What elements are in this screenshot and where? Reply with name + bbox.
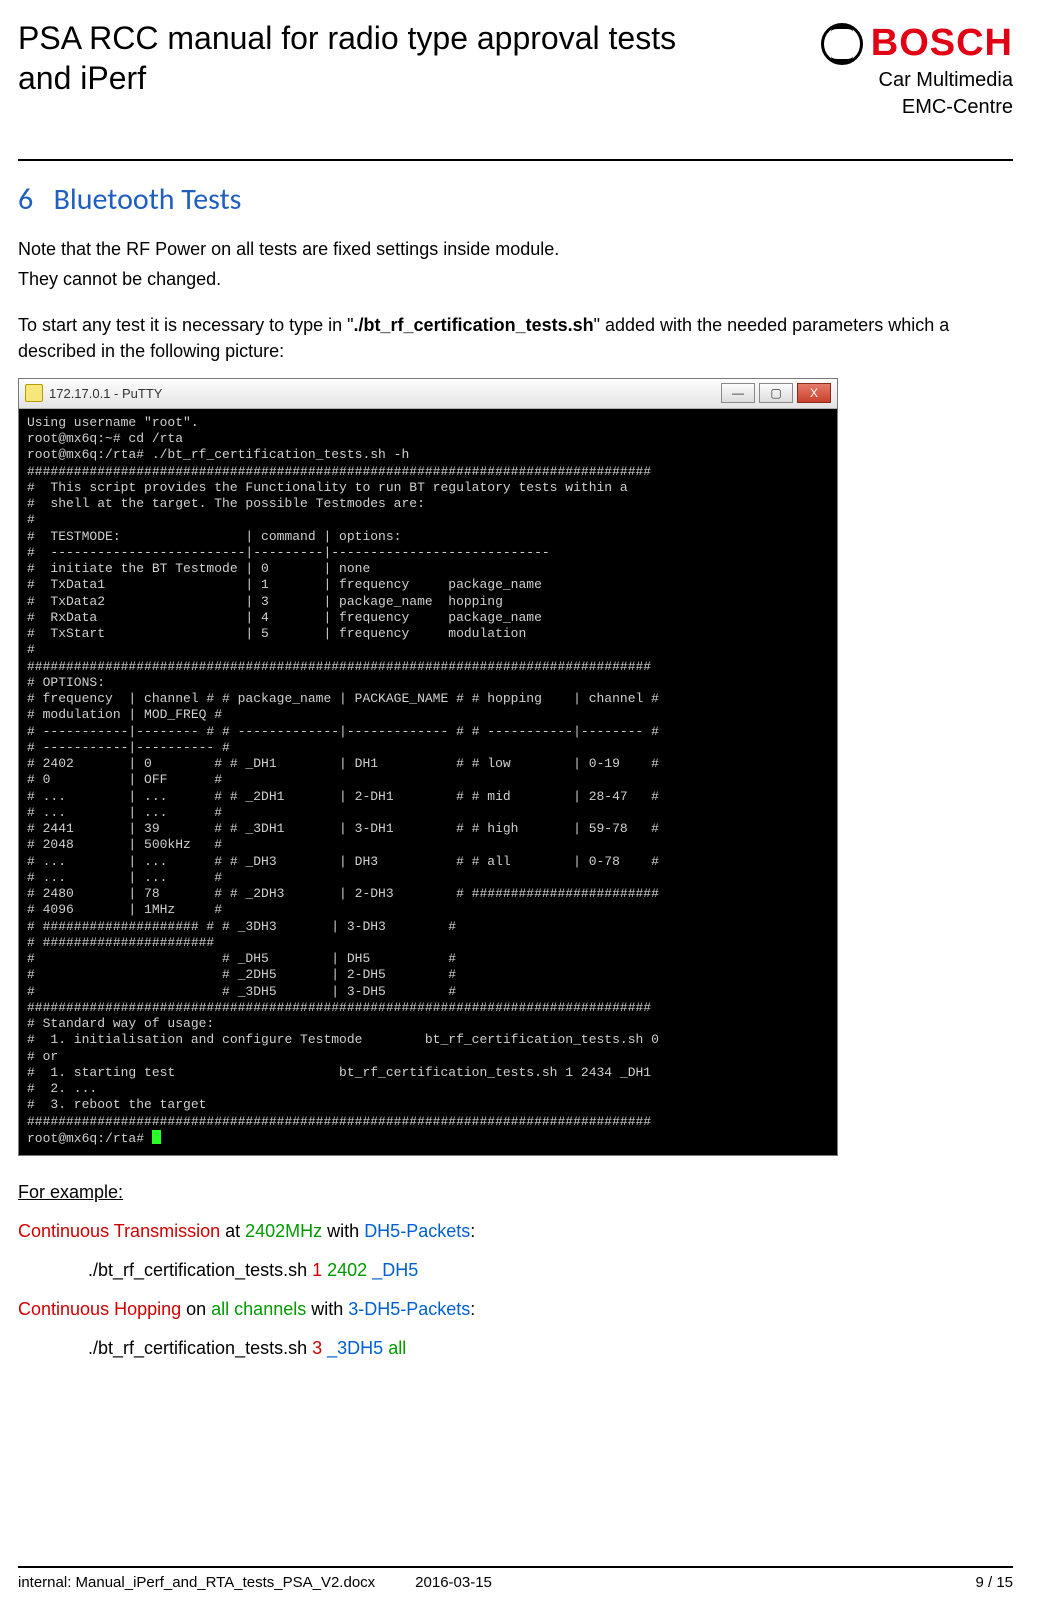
script-filename: ./bt_rf_certification_tests.sh bbox=[354, 315, 594, 335]
example-2-description: Continuous Hopping on all channels with … bbox=[18, 1299, 1013, 1320]
section-heading: 6 Bluetooth Tests bbox=[18, 181, 1013, 218]
document-title: PSA RCC manual for radio type approval t… bbox=[18, 18, 718, 98]
section-title: Bluetooth Tests bbox=[54, 181, 242, 218]
ex1-packet: DH5-Packets bbox=[364, 1221, 470, 1241]
intro-line-2: They cannot be changed. bbox=[18, 266, 1013, 292]
footer-rule bbox=[18, 1566, 1013, 1568]
example-1-description: Continuous Transmission at 2402MHz with … bbox=[18, 1221, 1013, 1242]
ex2-mode: Continuous Hopping bbox=[18, 1299, 181, 1319]
bosch-wordmark: BOSCH bbox=[871, 22, 1013, 65]
terminal-window: 172.17.0.1 - PuTTY — ▢ X Using username … bbox=[18, 378, 838, 1156]
footer-date: 2016-03-15 bbox=[415, 1574, 492, 1591]
intro-line-3-pre: To start any test it is necessary to typ… bbox=[18, 315, 354, 335]
page-header: PSA RCC manual for radio type approval t… bbox=[18, 18, 1013, 119]
brand-subtitle-2: EMC-Centre bbox=[821, 96, 1013, 119]
ex2-channels: all channels bbox=[211, 1299, 306, 1319]
intro-line-1: Note that the RF Power on all tests are … bbox=[18, 236, 1013, 262]
ex2-packet: 3-DH5-Packets bbox=[348, 1299, 470, 1319]
window-minimize-button[interactable]: — bbox=[721, 383, 755, 403]
ex1-mode: Continuous Transmission bbox=[18, 1221, 220, 1241]
ex1-freq: 2402MHz bbox=[245, 1221, 322, 1241]
terminal-cursor bbox=[152, 1130, 161, 1144]
example-1-command: ./bt_rf_certification_tests.sh 1 2402 _D… bbox=[88, 1260, 1013, 1281]
terminal-title: 172.17.0.1 - PuTTY bbox=[49, 386, 162, 401]
putty-icon bbox=[25, 384, 43, 402]
intro-line-3: To start any test it is necessary to typ… bbox=[18, 312, 1013, 364]
brand-subtitle-1: Car Multimedia bbox=[821, 69, 1013, 92]
footer-filename: internal: Manual_iPerf_and_RTA_tests_PSA… bbox=[18, 1574, 375, 1591]
terminal-titlebar: 172.17.0.1 - PuTTY — ▢ X bbox=[19, 379, 837, 409]
window-close-button[interactable]: X bbox=[797, 383, 831, 403]
terminal-output: Using username "root". root@mx6q:~# cd /… bbox=[19, 409, 837, 1155]
page-footer: internal: Manual_iPerf_and_RTA_tests_PSA… bbox=[18, 1566, 1013, 1591]
window-maximize-button[interactable]: ▢ bbox=[759, 383, 793, 403]
example-2-command: ./bt_rf_certification_tests.sh 3 _3DH5 a… bbox=[88, 1338, 1013, 1359]
brand-block: BOSCH Car Multimedia EMC-Centre bbox=[821, 18, 1013, 119]
example-heading: For example: bbox=[18, 1182, 1013, 1203]
section-number: 6 bbox=[18, 181, 33, 218]
header-rule bbox=[18, 159, 1013, 161]
bosch-logo-icon bbox=[821, 23, 863, 65]
footer-page-number: 9 / 15 bbox=[975, 1574, 1013, 1591]
